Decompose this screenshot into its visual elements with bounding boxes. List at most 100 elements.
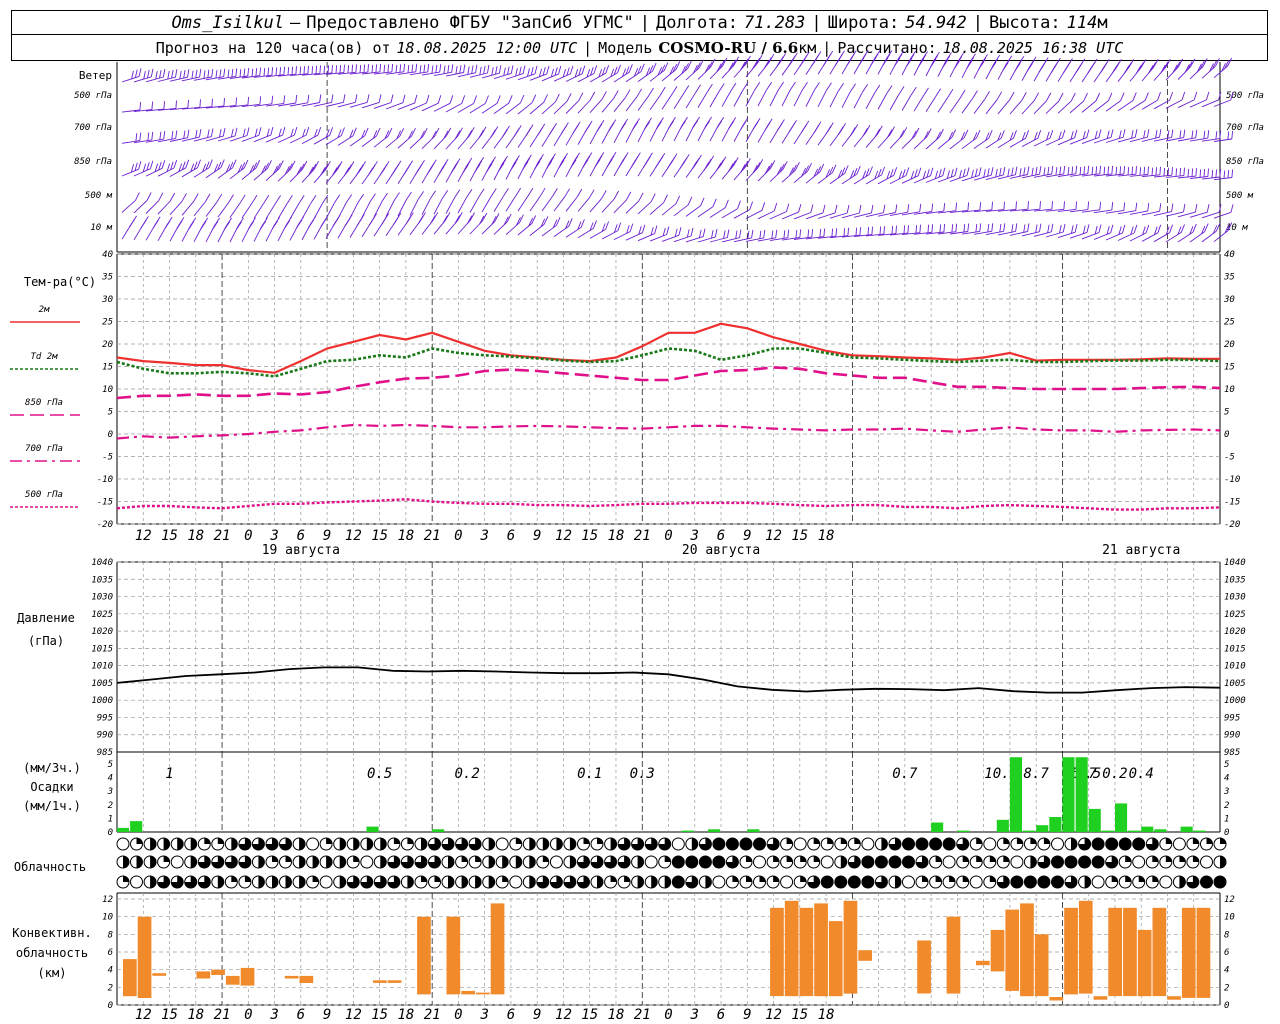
cloud-symbol [942,855,956,869]
wind-barb [529,224,545,236]
cloud-symbol-fill [1051,876,1064,888]
cloud-symbol-fill [150,876,157,888]
cloud-symbol [130,837,143,851]
convective-bar [1064,907,1078,995]
wind-barb [1009,100,1023,115]
wind-barb [589,229,606,239]
pressure-panel-ytick-left: 1015 [91,644,113,654]
wind-barb-flag [858,204,862,214]
convective-xtick: 3 [690,1007,699,1023]
wind-barb-flag [578,92,584,101]
cloud-symbol-ring [1159,875,1173,889]
cloud-symbol [211,855,225,869]
cloud-symbol-ring [644,855,658,869]
wind-barb [973,98,986,114]
convective-yunit: (км) [38,966,67,980]
wind-barb [1081,100,1097,113]
wind-barb-flag [293,126,298,136]
temp-legend-label-t700: 700 гПа [25,444,63,454]
wind-barb-flag [855,227,858,236]
cloud-symbol-fill [1214,876,1226,888]
wind-barb-flag [663,194,668,203]
wind-barb [937,97,949,113]
wind-barb-flag [308,219,315,228]
cloud-symbol [847,875,861,889]
cloud-symbol [820,875,834,889]
wind-barb [685,92,696,109]
wind-barb-flag [1002,62,1009,71]
wind-barb-flag [230,128,234,137]
wind-barb-flag [739,229,742,238]
cloud-symbol [1064,837,1078,851]
wind-barb-flag [946,170,950,179]
wind-barb-flag [881,166,886,176]
wind-barb-flag [613,190,619,200]
wind-barb [853,92,863,109]
wind-barb-flag [987,223,990,233]
convective-bar [946,916,961,994]
wind-barb-flag [715,162,722,172]
cloud-symbol-fill [1111,876,1118,882]
convective-bar [1152,907,1167,997]
wind-barb [1201,176,1220,180]
cloud-symbol-fill [542,856,549,862]
wind-barb-flag [886,85,893,94]
wind-level-label-left: 850 гПа [74,157,112,167]
wind-barb-flag [492,126,499,135]
wind-barb-flag [1207,168,1209,177]
cloud-symbol [549,855,563,869]
wind-barb-flag [943,223,946,233]
wind-barb-flag [641,224,646,233]
wind-barb-flag [246,127,250,136]
wind-barb-flag [466,188,473,198]
wind-barb-flag [414,94,418,104]
cloud-symbol [170,875,184,889]
wind-barb-flag [457,127,463,136]
precip-ytick-left: 5 [108,760,113,770]
cloud-symbol [536,875,550,889]
cloud-symbol [346,855,360,869]
wind-barb-flag [640,63,645,72]
convective-xtick: 3 [269,1007,278,1023]
temp-panel-ytick-right: 0 [1224,430,1229,440]
wind-barb-flag [150,68,154,77]
wind-barb-flag [259,96,262,105]
wind-barb [553,225,570,237]
wind-barb-flag [584,124,591,133]
wind-barb [469,196,480,213]
wind-barb-flag [317,127,322,136]
cloud-symbol-fill [515,838,522,844]
wind-barb-flag [415,63,418,72]
wind-barb-flag [1087,201,1090,210]
wind-barb-flag [695,84,701,94]
wind-barb-flag [1119,166,1122,175]
wind-barb-flag [1135,166,1137,175]
cloud-symbol [536,837,550,851]
wind-barb-flag [522,161,529,171]
wind-barb-flag [1115,166,1118,175]
cloud-symbol [644,875,658,889]
cloud-symbol-fill [712,838,725,850]
cloud-symbol-fill [285,876,292,888]
wind-barb-flag [232,159,237,168]
temp-panel-ylabel: Тем-ра(°C) [24,275,96,289]
wind-barb-flag [923,87,929,97]
cloud-symbol [902,875,915,889]
cloud-symbol [631,837,645,851]
wind-barb-flag [883,226,885,235]
wind-barb-flag [1162,61,1169,71]
wind-barb-flag [589,189,595,198]
wind-barb-flag [811,57,817,67]
wind-barb-flag [566,93,572,102]
wind-barb [661,94,673,110]
wind-barb-flag [724,199,729,208]
cloud-symbol-fill [285,856,292,862]
cloud-symbol-fill [380,838,387,850]
wind-barb-flag [399,64,402,73]
wind-barb-flag [473,95,478,104]
convective-bar [373,980,387,983]
wind-barb-flag [822,204,826,213]
convective-bar [299,975,314,983]
cloud-symbol-fill [1010,876,1023,888]
wind-barb-flag [1012,130,1017,139]
